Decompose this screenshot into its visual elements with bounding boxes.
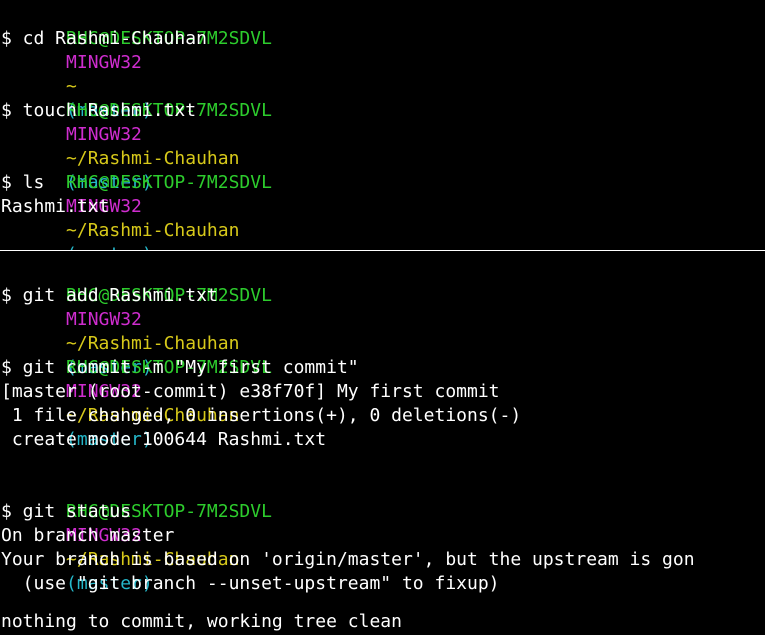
terminal-block-bottom: RHC@DESKTOP-7M2SDVL MINGW32 ~/Rashmi-Cha…: [0, 251, 765, 635]
command-line: $ git status: [1, 501, 132, 522]
command-line: $ git add Rashmi.txt: [1, 285, 218, 306]
command-line: $ ls: [1, 172, 45, 193]
prompt-system: MINGW32: [66, 309, 142, 330]
prompt-system: MINGW32: [66, 52, 142, 73]
output-line: [master (root-commit) e38f70f] My first …: [1, 381, 500, 402]
prompt-system: MINGW32: [66, 124, 142, 145]
prompt-branch: (master): [66, 244, 153, 250]
prompt-line: RHC@DESKTOP-7M2SDVL MINGW32 ~/Rashmi-Cha…: [1, 75, 272, 193]
command-line: $ touch Rashmi.txt: [1, 100, 197, 121]
output-line: Your branch is based on 'origin/master',…: [1, 549, 695, 570]
output-line: (use "git branch --unset-upstream" to fi…: [1, 573, 500, 594]
prompt-line: RHC@DESKTOP-7M2SDVL MINGW32 ~/Rashmi-Cha…: [1, 476, 272, 594]
terminal-window[interactable]: RHC@DESKTOP-7M2SDVL MINGW32 ~ (master) $…: [0, 0, 765, 635]
prompt-user: RHC@DESKTOP-7M2SDVL: [66, 172, 272, 193]
output-line: 1 file changed, 0 insertions(+), 0 delet…: [1, 405, 522, 426]
output-line: Rashmi.txt: [1, 196, 110, 217]
command-line: $ cd Rashmi-Chauhan: [1, 28, 207, 49]
prompt-line: RHC@DESKTOP-7M2SDVL MINGW32 ~/Rashmi-Cha…: [1, 260, 272, 378]
terminal-block-top: RHC@DESKTOP-7M2SDVL MINGW32 ~ (master) $…: [0, 0, 765, 250]
command-line: $ git commit -m "My first commit": [1, 357, 359, 378]
output-line: create mode 100644 Rashmi.txt: [1, 429, 327, 450]
prompt-path: ~/Rashmi-Chauhan: [66, 220, 240, 241]
prompt-line: RHC@DESKTOP-7M2SDVL MINGW32 ~/Rashmi-Cha…: [1, 147, 272, 250]
output-line: On branch master: [1, 525, 175, 546]
prompt-line: RHC@DESKTOP-7M2SDVL MINGW32 ~/Rashmi-Cha…: [1, 332, 272, 450]
prompt-line: RHC@DESKTOP-7M2SDVL MINGW32 ~ (master): [1, 3, 272, 121]
output-line: nothing to commit, working tree clean: [1, 611, 402, 632]
